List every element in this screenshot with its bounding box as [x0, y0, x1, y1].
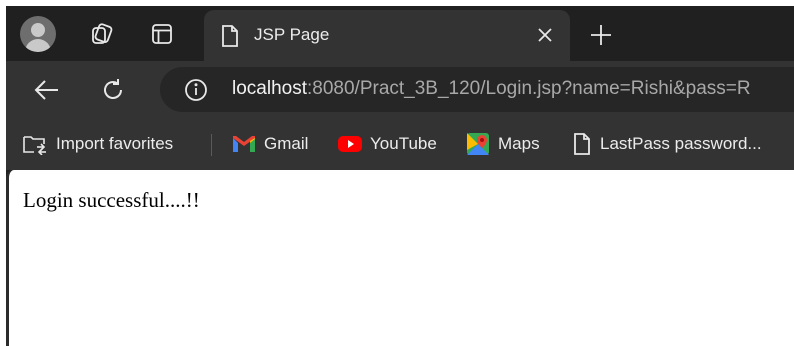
bookmark-label: Gmail	[264, 134, 309, 153]
new-tab-icon[interactable]	[586, 20, 616, 50]
bookmark-label: YouTube	[370, 134, 437, 153]
address-bar[interactable]: localhost:8080/Pract_3B_120/Login.jsp?na…	[160, 67, 794, 112]
browser-window: JSP Page localhost:8080/Pract_3B_120/Log…	[6, 6, 794, 346]
bookmark-label: LastPass password...	[600, 134, 762, 153]
login-status-message: Login successful....!!	[23, 188, 200, 212]
bookmark-lastpass[interactable]: LastPass password...	[572, 132, 762, 156]
reload-icon[interactable]	[96, 73, 130, 107]
page-icon	[222, 25, 238, 47]
bookmark-label: Import favorites	[56, 134, 174, 153]
bookmark-youtube[interactable]: YouTube	[338, 132, 437, 156]
address-path: :8080/Pract_3B_120/Login.jsp?name=Rishi&…	[307, 78, 751, 99]
profile-avatar-icon[interactable]	[20, 16, 56, 52]
tab-strip: JSP Page	[6, 6, 794, 61]
tab-title: JSP Page	[254, 25, 330, 44]
gmail-icon	[233, 136, 255, 152]
import-favorites-icon	[23, 136, 46, 155]
back-arrow-icon[interactable]	[30, 73, 64, 107]
youtube-icon	[338, 136, 362, 152]
page-icon	[574, 133, 590, 155]
bookmarks-bar: Import favorites Gmail YouTube Maps Last…	[6, 118, 794, 170]
toolbar: localhost:8080/Pract_3B_120/Login.jsp?na…	[6, 61, 794, 118]
bookmarks-divider	[211, 134, 212, 156]
bookmark-maps[interactable]: Maps	[466, 132, 540, 156]
bookmark-import-favorites[interactable]: Import favorites	[22, 132, 173, 156]
maps-icon	[467, 133, 489, 155]
vertical-tabs-icon[interactable]	[146, 18, 178, 50]
address-url: localhost:8080/Pract_3B_120/Login.jsp?na…	[232, 78, 751, 100]
bookmark-label: Maps	[498, 134, 540, 153]
address-host: localhost	[232, 78, 307, 99]
bookmark-gmail[interactable]: Gmail	[232, 132, 308, 156]
tab-active[interactable]: JSP Page	[204, 10, 570, 61]
page-content: Login successful....!!	[6, 170, 794, 346]
info-icon[interactable]	[184, 78, 208, 102]
close-tab-icon[interactable]	[534, 24, 556, 46]
workspaces-icon[interactable]	[86, 18, 118, 50]
